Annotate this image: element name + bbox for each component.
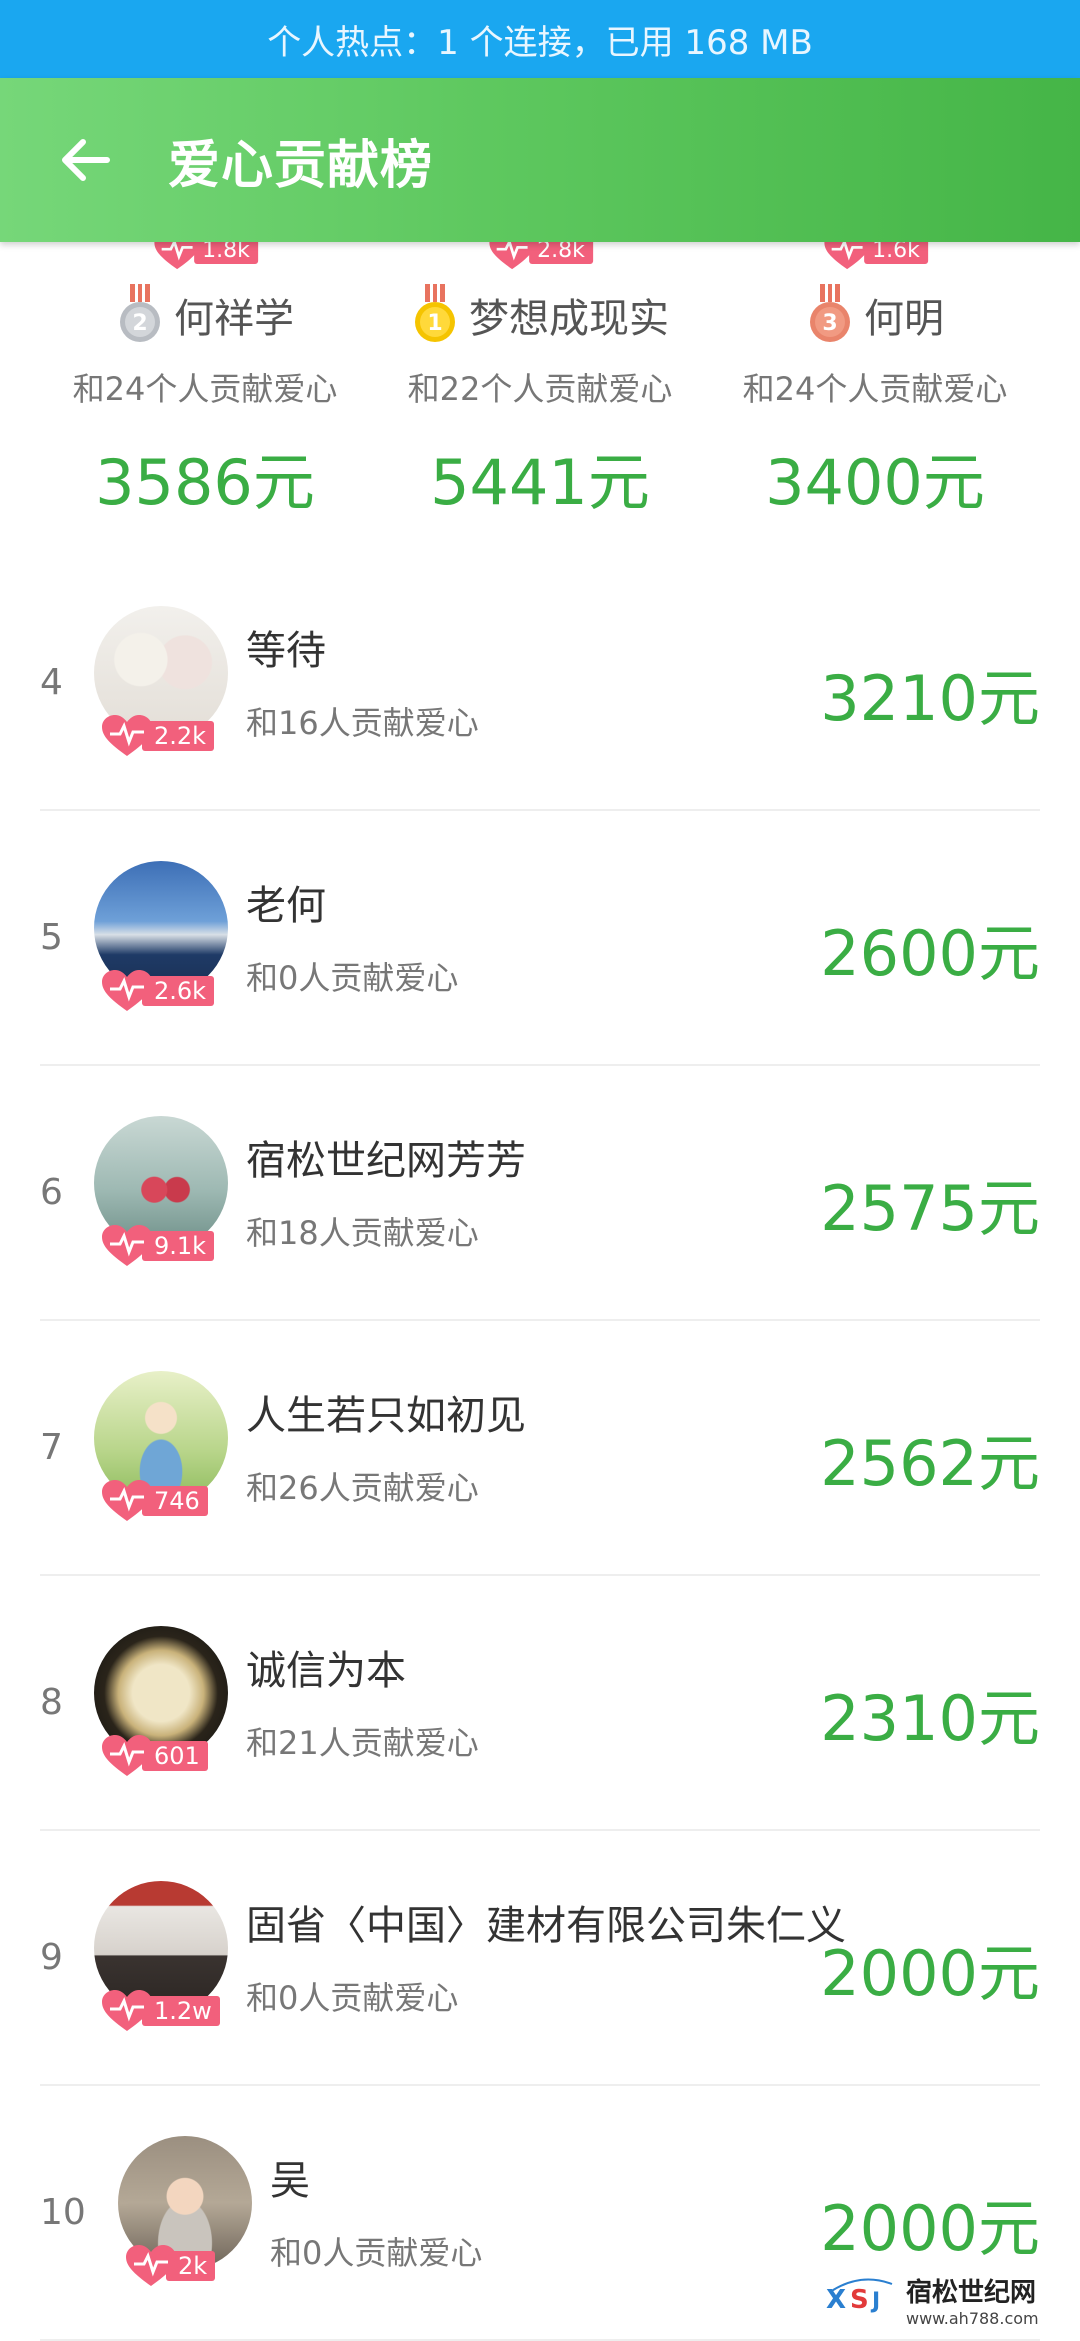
user-name: 吴 (270, 2148, 310, 2206)
user-name: 宿松世纪网芳芳 (246, 1128, 526, 1186)
rank-number: 5 (40, 917, 100, 958)
like-badge: 601 (100, 1736, 208, 1776)
rank-number: 10 (40, 2192, 100, 2233)
like-badge: 2.6k (100, 971, 214, 1011)
svg-text:S: S (850, 2285, 869, 2315)
user-name: 人生若只如初见 (246, 1383, 526, 1441)
svg-text:2: 2 (132, 311, 147, 336)
top-three-podium: 1.8k 2 何祥学 和24个人贡献爱心 3586元 2.8k 1 梦想成现实 … (0, 242, 1080, 542)
like-badge: 746 (100, 1481, 208, 1521)
list-item[interactable]: 4 2.2k 等待 和16人贡献爱心 3210元 (40, 556, 1040, 811)
donation-amount: 2600元 (820, 903, 1040, 993)
donation-amount: 2562元 (820, 1413, 1040, 1503)
contributors-text: 和26人贡献爱心 (246, 1463, 479, 1509)
podium-name: 梦想成现实 (469, 286, 669, 344)
list-item[interactable]: 6 9.1k 宿松世纪网芳芳 和18人贡献爱心 2575元 (40, 1066, 1040, 1321)
svg-text:X: X (826, 2285, 846, 2315)
like-badge: 2k (124, 2246, 215, 2286)
heart-pulse-icon (100, 714, 154, 758)
podium-amount: 3400元 (710, 432, 1040, 522)
podium-contributors: 和24个人贡献爱心 (710, 364, 1040, 410)
svg-text:3: 3 (822, 311, 837, 336)
podium-contributors: 和22个人贡献爱心 (375, 364, 705, 410)
contributors-text: 和16人贡献爱心 (246, 698, 479, 744)
list-item[interactable]: 7 746 人生若只如初见 和26人贡献爱心 2562元 (40, 1321, 1040, 1576)
watermark-site-name: 宿松世纪网 (906, 2272, 1039, 2309)
watermark-url: www.ah788.com (906, 2309, 1039, 2328)
contributors-text: 和18人贡献爱心 (246, 1208, 479, 1254)
rank-number: 4 (40, 662, 100, 703)
hotspot-status-text: 个人热点：1 个连接，已用 168 MB (267, 15, 813, 64)
list-item[interactable]: 9 1.2w 固省〈中国〉建材有限公司朱仁义 和0人贡献爱心 2000元 (40, 1831, 1040, 2086)
donation-amount: 2310元 (820, 1668, 1040, 1758)
contributors-text: 和0人贡献爱心 (246, 1973, 458, 2019)
heart-pulse-icon (100, 1734, 154, 1778)
contributors-text: 和21人贡献爱心 (246, 1718, 479, 1764)
site-logo-icon: X S J (820, 2270, 900, 2330)
ranking-list: 4 2.2k 等待 和16人贡献爱心 3210元 5 2.6k 老何 和0人贡献… (40, 556, 1040, 2341)
donation-amount: 2575元 (820, 1158, 1040, 1248)
user-name: 固省〈中国〉建材有限公司朱仁义 (246, 1893, 846, 1951)
heart-pulse-icon (100, 1989, 154, 2033)
user-name: 诚信为本 (246, 1638, 406, 1696)
rank-number: 6 (40, 1172, 100, 1213)
user-name: 老何 (246, 873, 326, 931)
list-item[interactable]: 5 2.6k 老何 和0人贡献爱心 2600元 (40, 811, 1040, 1066)
heart-pulse-icon (100, 1224, 154, 1268)
contributors-text: 和0人贡献爱心 (270, 2228, 482, 2274)
app-bar: 爱心贡献榜 (0, 78, 1080, 242)
rank-number: 7 (40, 1427, 100, 1468)
podium-amount: 3586元 (40, 432, 370, 522)
user-name: 等待 (246, 618, 326, 676)
bronze-medal-icon: 3 (806, 284, 854, 346)
donation-amount: 3210元 (820, 648, 1040, 738)
hotspot-status-bar[interactable]: 个人热点：1 个连接，已用 168 MB (0, 0, 1080, 78)
gold-medal-icon: 1 (411, 284, 459, 346)
like-badge: 9.1k (100, 1226, 214, 1266)
podium-name: 何祥学 (174, 286, 294, 344)
like-badge: 2.2k (100, 716, 214, 756)
rank-number: 8 (40, 1682, 100, 1723)
rank-number: 9 (40, 1937, 100, 1978)
page-title: 爱心贡献榜 (168, 123, 433, 198)
podium-amount: 5441元 (375, 432, 705, 522)
like-badge: 1.2w (100, 1991, 220, 2031)
list-item[interactable]: 8 601 诚信为本 和21人贡献爱心 2310元 (40, 1576, 1040, 1831)
podium-contributors: 和24个人贡献爱心 (40, 364, 370, 410)
back-button[interactable] (40, 115, 130, 205)
arrow-left-icon (59, 138, 111, 182)
heart-pulse-icon (100, 969, 154, 1013)
podium-name: 何明 (864, 286, 944, 344)
site-watermark: X S J 宿松世纪网 www.ah788.com (820, 2266, 1070, 2334)
heart-pulse-icon (100, 1479, 154, 1523)
svg-text:1: 1 (427, 311, 442, 336)
donation-amount: 2000元 (820, 1923, 1040, 2013)
donation-amount: 2000元 (820, 2178, 1040, 2268)
svg-text:J: J (870, 2289, 880, 2314)
contributors-text: 和0人贡献爱心 (246, 953, 458, 999)
silver-medal-icon: 2 (116, 284, 164, 346)
heart-pulse-icon (124, 2244, 178, 2288)
